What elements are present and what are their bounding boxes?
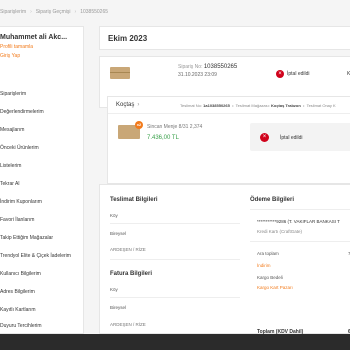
shipment-header: Koçtaş Teslimat No: 1a1038550265 • Tesli…: [108, 97, 350, 114]
shipping-label: Kargo Bedeli: [257, 275, 283, 280]
chevron-right-icon: ›: [74, 9, 77, 15]
package-image: [110, 67, 130, 79]
payment-card-number: ***********9286 (T. VAKIFLAR BANKASI T: [257, 219, 340, 224]
login-link[interactable]: Giriş Yap: [0, 53, 20, 59]
sidebar-item[interactable]: Önceki Ürünlerim: [0, 145, 39, 151]
divider: [250, 241, 350, 242]
seller-link[interactable]: Koçtaş: [116, 102, 139, 108]
shipment-store-label: Teslimat Mağazası:: [235, 103, 270, 108]
sidebar-item[interactable]: Favori İlanlarım: [0, 217, 34, 223]
month-header: Ekim 2023: [99, 26, 350, 50]
order-date: 31.10.2023 23:09: [178, 72, 217, 78]
breadcrumb-item[interactable]: Sipariş Geçmişi: [36, 9, 71, 15]
quantity-badge: x2: [135, 121, 143, 129]
payment-title: Ödeme Bilgileri: [250, 197, 295, 203]
invoice-title: Fatura Bilgileri: [110, 271, 153, 277]
cancel-status-icon: ×: [276, 70, 284, 78]
payment-card-type: Kredi Kartı (CraftGate): [257, 229, 303, 234]
sidebar-item[interactable]: Tekrar Al: [0, 181, 19, 187]
invoice-type: Bireysel: [110, 305, 127, 310]
breadcrumb-current: 1038550265: [80, 9, 109, 15]
sidebar-item[interactable]: Mesajlarım: [0, 127, 24, 133]
product-name[interactable]: Sincan Menje 8/31 2,374: [147, 124, 202, 130]
free-shipping-label: Kargo Kart Pazarı: [257, 285, 293, 290]
order-detail: Ekim 2023 Sipariş No: 1038550265 31.10.2…: [99, 26, 350, 335]
address-payment-card: Teslimat Bilgileri Köy Bireysel ARDEŞEN …: [99, 184, 350, 335]
cancel-status-box: × İptal edildi: [250, 123, 350, 151]
divider: [110, 223, 240, 224]
discount-label: İndirim: [257, 263, 271, 268]
invoice-address: ARDEŞEN / RİZE: [110, 322, 146, 327]
breadcrumb: Siparişlerim › Sipariş Geçmişi › 1038550…: [0, 6, 108, 18]
footer: [0, 334, 350, 350]
delivery-type: Bireysel: [110, 231, 127, 236]
delivery-address: ARDEŞEN / RİZE: [110, 247, 146, 252]
subtotal-label: Ara toplam: [257, 251, 279, 256]
page-title: Ekim 2023: [108, 34, 148, 43]
sidebar-item[interactable]: Trendyol Elite & Çiçek İadelerim: [0, 253, 71, 259]
order-number-label: Sipariş No:: [178, 64, 203, 70]
sidebar-item[interactable]: Takip Ettiğim Mağazalar: [0, 235, 53, 241]
shipment-store: Koçtaş Trabzon: [270, 103, 301, 108]
sidebar-item[interactable]: Kayıtlı Kartlarım: [0, 307, 36, 313]
sidebar-item[interactable]: Listelerim: [0, 163, 21, 169]
sidebar: Muhammet ali Akc... Profili tamamla Giri…: [0, 26, 84, 334]
invoice-name: Köy: [110, 287, 118, 292]
order-status: İptal edildi: [287, 71, 310, 77]
complete-profile-link[interactable]: Profili tamamla: [0, 44, 33, 50]
shipment-no: 1a1038550265: [203, 103, 230, 108]
shipment-meta: Teslimat No: 1a1038550265 • Teslimat Mağ…: [180, 103, 336, 108]
shipment-card: Koçtaş Teslimat No: 1a1038550265 • Tesli…: [107, 96, 350, 184]
sidebar-item[interactable]: Değerlendirmelerim: [0, 109, 44, 115]
sidebar-item[interactable]: Siparişlerim: [0, 91, 26, 97]
delivery-name: Köy: [110, 213, 118, 218]
cancel-icon: ×: [260, 133, 269, 142]
cancel-status-text: İptal edildi: [280, 135, 303, 141]
delivery-title: Teslimat Bilgileri: [110, 197, 158, 203]
product-price: 7.436,00 TL: [147, 135, 179, 141]
shipment-no-label: Teslimat No:: [180, 103, 203, 108]
chevron-right-icon: ›: [30, 9, 32, 15]
divider: [110, 259, 240, 260]
sidebar-item[interactable]: Duyuru Tercihlerim: [0, 323, 42, 329]
sidebar-item[interactable]: İndirim Kuponlarım: [0, 199, 42, 205]
sidebar-item[interactable]: Kullanıcı Bilgilerim: [0, 271, 41, 277]
divider: [250, 209, 350, 210]
order-number-value: 1038550265: [203, 64, 238, 70]
shipment-tracking: Teslimat Onay K: [306, 103, 336, 108]
divider: [110, 297, 240, 298]
breadcrumb-item[interactable]: Siparişlerim: [0, 9, 26, 15]
sidebar-item[interactable]: Adres Bilgilerim: [0, 289, 35, 295]
order-number: Sipariş No: 1038550265: [178, 64, 237, 70]
profile-name: Muhammet ali Akc...: [0, 34, 68, 41]
